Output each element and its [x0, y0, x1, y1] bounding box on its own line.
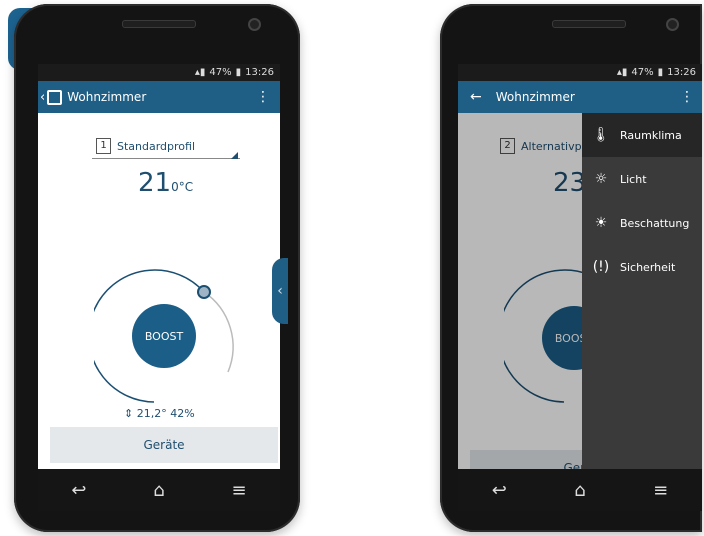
app-icon [47, 89, 63, 105]
current-reading: ⇕ 21,2° 42% [124, 407, 195, 420]
page-title: Wohnzimmer [495, 90, 575, 104]
back-nav-icon[interactable]: ↩ [71, 480, 86, 501]
back-icon[interactable]: ‹ [40, 90, 45, 105]
temperature-value: 21 [138, 168, 172, 198]
profile-name: Standardprofil [117, 139, 196, 153]
app-bar: ‹ Wohnzimmer ⋮ [38, 81, 280, 113]
status-bar: ▴▮ 47% ▮ 13:26 [38, 64, 280, 81]
drawer-scrim[interactable] [458, 113, 582, 469]
security-alert-icon: (!) [592, 259, 610, 275]
current-reading-value: 21,2° 42% [136, 407, 195, 420]
left-phone: ▴▮ 47% ▮ 13:26 ‹ Wohnzimmer ⋮ 1 Standard… [14, 4, 300, 532]
devices-button[interactable]: Geräte [50, 427, 278, 463]
sort-arrows-icon: ⇕ [124, 407, 137, 420]
profile-number: 1 [96, 138, 111, 154]
battery-icon: ▮ [235, 67, 242, 78]
recents-nav-icon[interactable]: ≡ [231, 480, 246, 501]
wifi-signal-icon: ▴▮ [616, 67, 628, 78]
status-time: 13:26 [667, 67, 696, 78]
left-screen: ▴▮ 47% ▮ 13:26 ‹ Wohnzimmer ⋮ 1 Standard… [38, 64, 280, 469]
profile-underline [92, 158, 240, 159]
front-camera-icon [666, 18, 679, 31]
drawer-item-sicherheit[interactable]: (!) Sicherheit [582, 245, 702, 289]
battery-percent: 47% [209, 67, 232, 78]
shading-icon: ☀ [594, 215, 608, 231]
navigation-drawer: 🌡 Raumklima ☼ Licht ☀ Beschattung (!) Si… [582, 113, 702, 469]
front-camera-icon [248, 18, 261, 31]
status-bar: ▴▮ 47% ▮ 13:26 [458, 64, 702, 81]
home-nav-icon[interactable]: ⌂ [153, 480, 164, 501]
drawer-item-label: Beschattung [620, 216, 690, 230]
speaker-grille [552, 20, 626, 28]
profile-selector[interactable]: 1 Standardprofil [96, 138, 195, 154]
battery-percent: 47% [631, 67, 654, 78]
thermometer-icon: 🌡 [592, 127, 610, 143]
drawer-handle[interactable]: ‹ [272, 258, 288, 324]
home-nav-icon[interactable]: ⌂ [574, 480, 585, 501]
back-arrow-icon[interactable]: ← [470, 89, 482, 105]
battery-icon: ▮ [657, 67, 664, 78]
wifi-signal-icon: ▴▮ [194, 67, 206, 78]
right-phone: ▴▮ 47% ▮ 13:26 ← Wohnzimmer ⋮ 2 Alternat… [440, 4, 702, 532]
dropdown-triangle-icon [231, 152, 238, 159]
page-title: Wohnzimmer [67, 90, 147, 104]
boost-button[interactable]: BOOST [132, 304, 196, 368]
temperature-unit: 0°C [171, 180, 194, 194]
back-nav-icon[interactable]: ↩ [492, 480, 507, 501]
bottom-nav: ↩ ⌂ ≡ [458, 469, 702, 511]
drawer-item-label: Licht [620, 172, 647, 186]
app-bar: ← Wohnzimmer ⋮ [458, 81, 702, 113]
bottom-nav: ↩ ⌂ ≡ [38, 469, 280, 511]
right-screen: ▴▮ 47% ▮ 13:26 ← Wohnzimmer ⋮ 2 Alternat… [458, 64, 702, 469]
target-temperature: 210°C [138, 168, 193, 198]
overflow-menu-icon[interactable]: ⋮ [256, 89, 270, 105]
status-time: 13:26 [245, 67, 274, 78]
drawer-item-label: Raumklima [620, 128, 682, 142]
drawer-item-raumklima[interactable]: 🌡 Raumklima [582, 113, 702, 157]
recents-nav-icon[interactable]: ≡ [653, 480, 668, 501]
overflow-menu-icon[interactable]: ⋮ [680, 89, 694, 105]
speaker-grille [122, 20, 196, 28]
drawer-item-licht[interactable]: ☼ Licht [582, 157, 702, 201]
drawer-item-beschattung[interactable]: ☀ Beschattung [582, 201, 702, 245]
light-bulb-icon: ☼ [594, 171, 608, 187]
drawer-item-label: Sicherheit [620, 260, 676, 274]
